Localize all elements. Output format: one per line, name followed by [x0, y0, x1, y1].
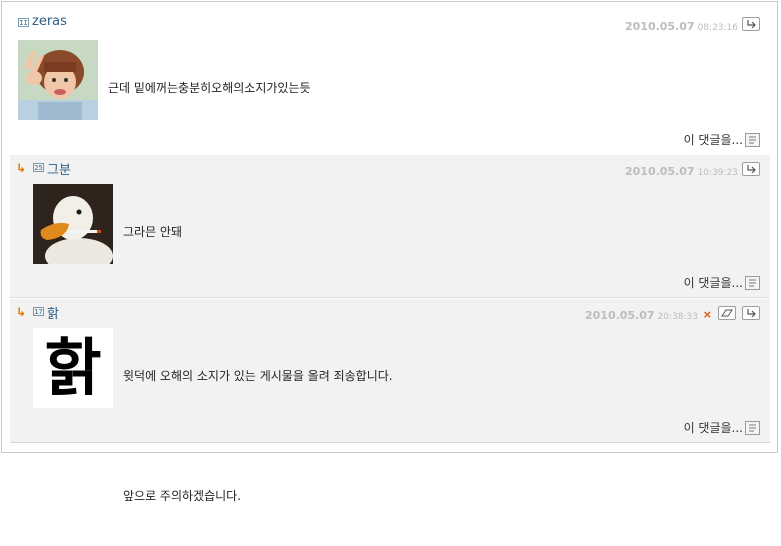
reply-icon	[747, 165, 756, 173]
comment-date: 2010.05.07	[584, 309, 655, 322]
avatar	[18, 40, 98, 120]
comment-timestamp: 2010.05.07 08:23:16	[625, 20, 738, 33]
reply-button[interactable]	[742, 162, 760, 176]
comment-menu-label: 이 댓글을...	[683, 133, 743, 147]
comment-nickname[interactable]: zeras	[32, 14, 67, 29]
comment-line	[123, 426, 393, 446]
comment-menu-icon	[745, 420, 760, 435]
comment-menu-label: 이 댓글을...	[683, 421, 743, 435]
delete-icon[interactable]: ×	[703, 308, 712, 321]
comment-body: 윗덕에 오해의 소지가 있는 게시물을 올려 죄송합니다. 앞으로 주의하겠습니…	[123, 326, 393, 546]
comment-menu-label: 이 댓글을...	[683, 276, 743, 290]
edit-icon	[721, 309, 733, 317]
comment-timestamp: 2010.05.07 10:39:23	[625, 165, 738, 178]
reply-button[interactable]	[742, 17, 760, 31]
avatar	[33, 184, 113, 264]
comment-menu-icon	[745, 275, 760, 290]
comment-nickname[interactable]: 핡	[47, 303, 59, 322]
level-icon: 25	[33, 163, 44, 172]
comment-date: 2010.05.07	[624, 165, 695, 178]
edit-button[interactable]	[718, 306, 736, 320]
avatar-photo	[18, 40, 98, 120]
level-icon: II	[18, 18, 29, 27]
comment-line: 그라믄 안돼	[123, 225, 183, 239]
comment-item: ↳ 17 핡 2010.05.07 20:38:33 × 핡 윗덕에 오해의 소지…	[10, 299, 770, 503]
reply-indicator-icon: ↳	[16, 161, 27, 175]
comment-line: 근데 밑에꺼는충분히오해의소지가있는듯	[108, 81, 311, 95]
comment-line: 앞으로 주의하겠습니다.	[123, 489, 242, 503]
avatar-photo	[33, 184, 113, 264]
comment-menu-icon	[745, 132, 760, 147]
comment-line: 윗덕에 오해의 소지가 있는 게시물을 올려 죄송합니다.	[123, 369, 393, 383]
avatar: 핡	[33, 328, 113, 408]
comment-body: 그라믄 안돼	[123, 182, 182, 282]
comment-nickname[interactable]: 그분	[47, 159, 71, 178]
comment-timestamp: 2010.05.07 20:38:33	[585, 309, 698, 322]
comment-menu[interactable]: 이 댓글을...	[684, 419, 760, 436]
reply-icon	[747, 309, 756, 317]
comment-date: 2010.05.07	[624, 20, 695, 33]
comment-menu[interactable]: 이 댓글을...	[684, 274, 760, 291]
avatar-glyph: 핡	[44, 331, 102, 404]
comment-menu[interactable]: 이 댓글을...	[684, 131, 760, 148]
comment-item: ↳ 25 그분 2010.05.07 10:39:23 그라믄 안돼 이 댓글을.…	[10, 155, 770, 298]
level-icon: 17	[33, 307, 44, 316]
reply-indicator-icon: ↳	[16, 305, 27, 319]
reply-icon	[747, 20, 756, 28]
comment-item: II zeras 2010.05.07 08:23:16 근데 밑에꺼는충분히오해…	[10, 10, 770, 154]
comment-time: 10:39:23	[697, 168, 738, 178]
reply-button[interactable]	[742, 306, 760, 320]
comment-time: 08:23:16	[697, 23, 738, 33]
comment-time: 20:38:33	[657, 312, 698, 322]
comment-body: 근데 밑에꺼는충분히오해의소지가있는듯	[108, 38, 311, 138]
